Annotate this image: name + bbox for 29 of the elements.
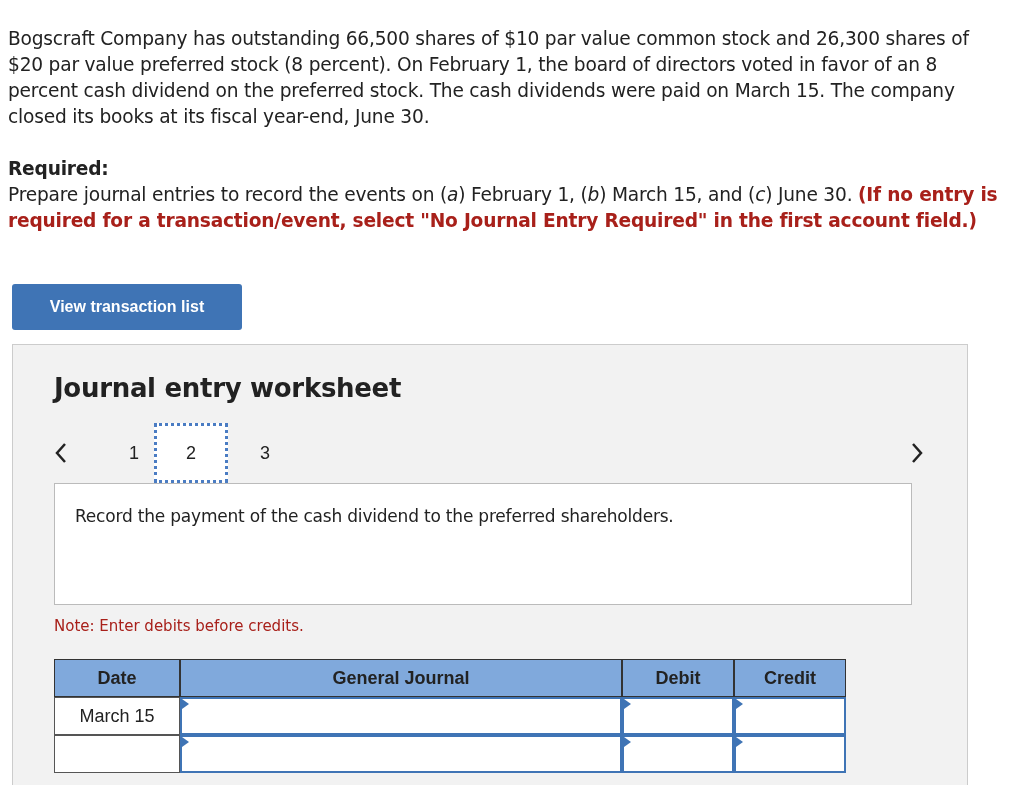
- triangle-icon: [736, 737, 743, 747]
- input-field[interactable]: [180, 697, 622, 735]
- problem-text: Bogscraft Company has outstanding 66,500 shares of $10 par value common stock and 26,300 shares of $20 par value preferred stock (8 percent). On February 1, the board of directors voted in favor of an 8 percent cash dividend on the preferred stock. The cash dividends were paid on March 15. The company closed its books at its fiscal year-end, June 30.: [8, 27, 971, 129]
- triangle-icon: [182, 699, 189, 709]
- input-field[interactable]: [180, 735, 622, 773]
- column-header: General Journal: [180, 659, 622, 697]
- column-header: Debit: [622, 659, 734, 697]
- triangle-icon: [736, 699, 743, 709]
- step-tab[interactable]: 3: [228, 423, 302, 483]
- chevron-left-icon[interactable]: [54, 442, 68, 464]
- input-field[interactable]: [734, 735, 846, 773]
- input-field[interactable]: [622, 735, 734, 773]
- input-field[interactable]: [622, 697, 734, 735]
- triangle-icon: [624, 737, 631, 747]
- step-tab[interactable]: 2: [154, 423, 228, 483]
- prompt-text: Record the payment of the cash dividend to the preferred shareholders.: [54, 483, 912, 605]
- worksheet-title: Journal entry worksheet: [54, 373, 403, 403]
- instruction-text: Prepare journal entries to record the events on (a) February 1, (b) March 15, and (c) June 30. (If no entry is required for a transaction/event, select "No Journal Entry Required" in the first account field.): [8, 184, 998, 231]
- triangle-icon: [624, 699, 631, 709]
- column-header: Date: [54, 659, 180, 697]
- view-transaction-list-button[interactable]: View transaction list: [12, 284, 242, 330]
- triangle-icon: [182, 737, 189, 747]
- column-header: Credit: [734, 659, 846, 697]
- date-cell: March 15: [54, 697, 180, 735]
- input-field[interactable]: [734, 697, 846, 735]
- note-text: Note: Enter debits before credits.: [54, 617, 305, 635]
- required-label: Required:: [8, 157, 110, 181]
- chevron-right-icon[interactable]: [910, 442, 924, 464]
- step-tab[interactable]: 1: [114, 423, 154, 483]
